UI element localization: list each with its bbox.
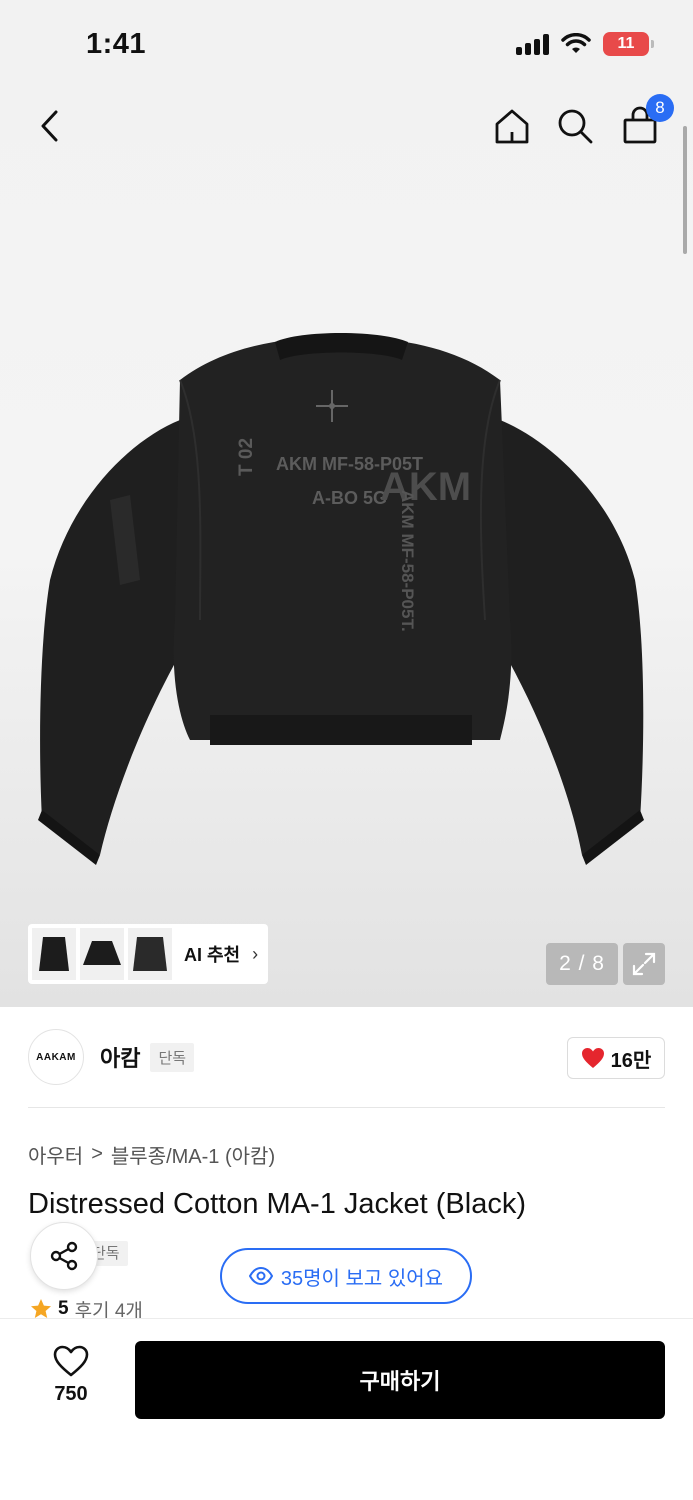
home-button[interactable] <box>488 102 536 150</box>
cellular-signal-icon <box>516 33 549 55</box>
expand-image-button[interactable] <box>623 943 665 985</box>
scroll-indicator[interactable] <box>683 126 687 254</box>
status-icons: 11 <box>516 32 654 56</box>
product-title: Distressed Cotton MA-1 Jacket (Black) <box>28 1188 526 1220</box>
brand-like-button[interactable]: 16만 <box>567 1037 665 1079</box>
heart-filled-icon <box>581 1048 604 1068</box>
brand-like-count: 16만 <box>610 1049 652 1072</box>
wishlist-count: 750 <box>54 1383 88 1405</box>
product-gallery[interactable]: 1:41 11 8 T 02 AKM MF-58-P05T A-BO 5G AK… <box>0 0 693 1007</box>
status-time: 1:41 <box>86 28 147 60</box>
status-bar: 1:41 11 <box>0 0 693 92</box>
rating-score: 5 <box>58 1298 69 1319</box>
breadcrumb-category[interactable]: 아우터 <box>28 1140 83 1169</box>
viewers-text: 35명이 보고 있어요 <box>280 1267 444 1290</box>
breadcrumb: 아우터 > 블루종/MA-1 (아캄) <box>28 1140 275 1169</box>
top-nav-bar: 8 <box>0 92 693 172</box>
back-button[interactable] <box>26 102 74 150</box>
wifi-icon <box>561 33 591 53</box>
home-icon <box>495 109 529 144</box>
brand-exclusive-tag: 단독 <box>150 1042 195 1072</box>
brand-row: AAKAM 아캄 단독 16만 <box>28 1028 665 1086</box>
bottom-action-bar: 750 구매하기 <box>0 1318 693 1500</box>
brand-logo-text: AAKAM <box>36 1051 76 1063</box>
heart-outline-icon <box>53 1345 89 1377</box>
print-text-vertical: AKM MF-58-P05T. <box>398 490 417 632</box>
share-icon <box>50 1241 78 1271</box>
battery-icon: 11 <box>603 32 654 56</box>
expand-icon <box>632 952 656 976</box>
search-icon <box>558 109 593 144</box>
wishlist-button[interactable]: 750 <box>40 1345 102 1415</box>
buy-button[interactable]: 구매하기 <box>135 1341 665 1419</box>
divider <box>28 1107 665 1108</box>
brand-logo[interactable]: AAKAM <box>28 1029 84 1085</box>
recommend-thumbnail[interactable] <box>32 928 76 980</box>
rating-row[interactable]: 5 후기 4개 <box>30 1298 143 1320</box>
chevron-left-icon <box>41 110 58 142</box>
battery-level: 11 <box>617 35 635 52</box>
ai-recommend-strip[interactable]: AI 추천 › <box>28 924 268 984</box>
breadcrumb-separator: > <box>91 1143 103 1165</box>
share-button[interactable] <box>30 1222 98 1290</box>
print-text-line-2: A-BO 5G <box>312 488 387 508</box>
search-button[interactable] <box>551 102 599 150</box>
print-logo-text: AKM <box>380 465 471 509</box>
brand-name[interactable]: 아캄 <box>100 1041 140 1073</box>
viewers-count-pill[interactable]: 35명이 보고 있어요 <box>220 1248 472 1304</box>
star-icon <box>31 1299 51 1318</box>
ai-recommend-label: AI 추천 <box>184 945 241 965</box>
cart-count-badge: 8 <box>646 94 674 122</box>
eye-icon <box>248 1267 273 1285</box>
image-page-counter: 2 / 8 <box>546 943 618 985</box>
cart-button[interactable]: 8 <box>616 94 674 150</box>
review-count: 후기 4개 <box>74 1300 143 1321</box>
recommend-thumbnail[interactable] <box>80 928 124 980</box>
product-image-jacket[interactable]: T 02 AKM MF-58-P05T A-BO 5G AKM AKM MF-5… <box>30 320 660 865</box>
recommend-thumbnail[interactable] <box>128 928 172 980</box>
print-text-side: T 02 <box>236 438 257 476</box>
breadcrumb-subcategory[interactable]: 블루종/MA-1 (아캄) <box>111 1140 275 1169</box>
chevron-right-icon: › <box>252 943 259 964</box>
